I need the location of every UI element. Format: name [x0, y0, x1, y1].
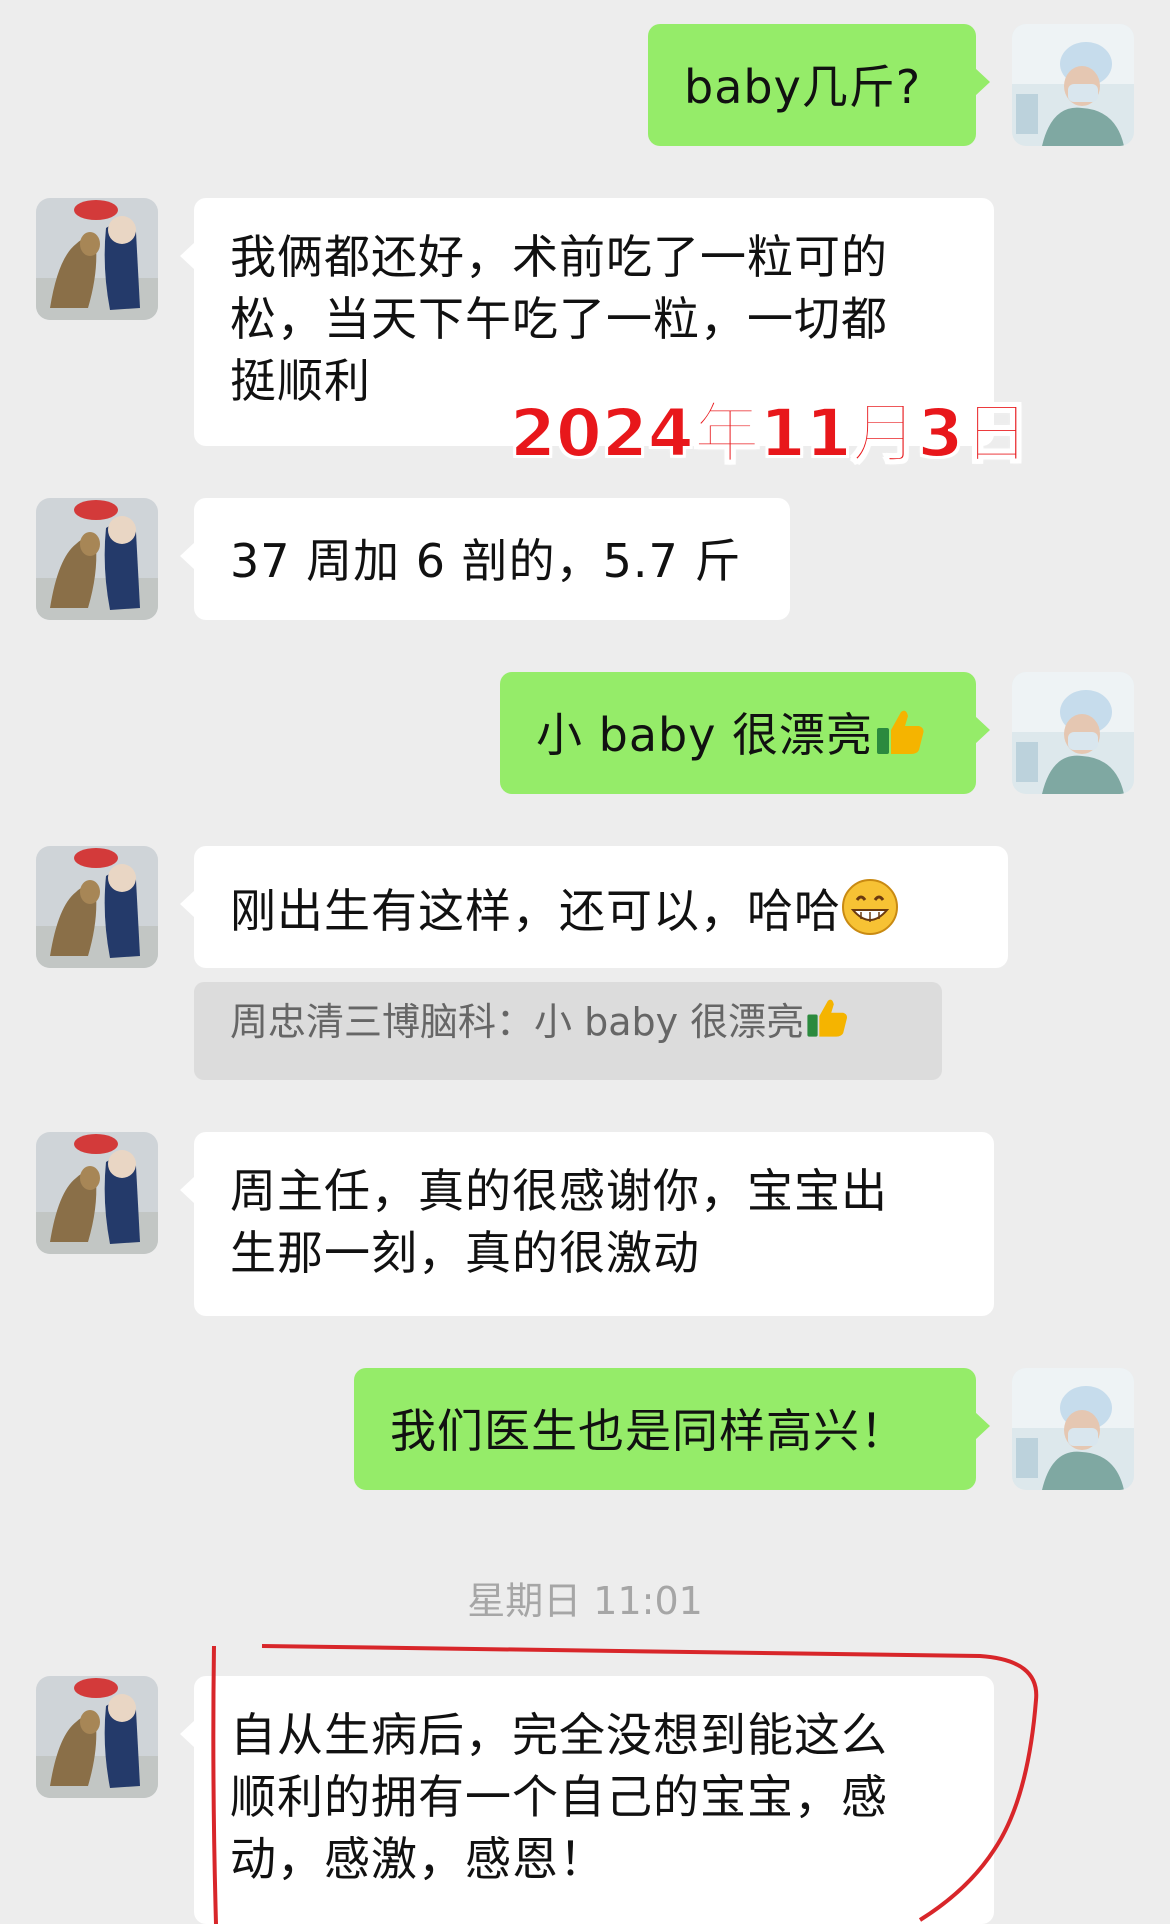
doctor-avatar[interactable] [1012, 24, 1134, 146]
message-text: 小 baby 很漂亮 [536, 708, 874, 762]
message-text-with-emoji: 小 baby 很漂亮 [500, 672, 976, 773]
grin-emoji-icon [841, 878, 899, 951]
message-bubble-incoming[interactable]: 自从生病后，完全没想到能这么 顺利的拥有一个自己的宝宝，感 动，感激，感恩！ [180, 1676, 994, 1924]
message-text-multiline: 自从生病后，完全没想到能这么 顺利的拥有一个自己的宝宝，感 动，感激，感恩！ [194, 1676, 994, 1890]
message-text: 刚出生有这样，还可以，哈哈 [230, 884, 841, 938]
patient-avatar[interactable] [36, 846, 158, 968]
message-line: 顺利的拥有一个自己的宝宝，感 [230, 1770, 888, 1824]
patient-avatar-image [36, 846, 158, 968]
message-line: 动，感激，感恩！ [230, 1832, 606, 1886]
message-text: 37 周加 6 剖的，5.7 斤 [230, 534, 742, 588]
message-text-with-emoji: 刚出生有这样，还可以，哈哈 [194, 846, 1008, 951]
patient-avatar[interactable] [36, 1676, 158, 1798]
message-text: 我们医生也是同样高兴！ [390, 1404, 907, 1458]
message-bubble-outgoing[interactable]: 小 baby 很漂亮 [500, 672, 990, 794]
message-line: 周主任，真的很感谢你，宝宝出 [230, 1164, 888, 1218]
date-overlay-caption: 2024年11月3日 [509, 394, 1030, 473]
patient-avatar[interactable] [36, 498, 158, 620]
patient-avatar[interactable] [36, 198, 158, 320]
message-line: 生那一刻，真的很激动 [230, 1226, 700, 1280]
patient-avatar-image [36, 198, 158, 320]
thumbs-up-icon [804, 994, 850, 1055]
quoted-message[interactable]: 周忠清三博脑科：小 baby 很漂亮 [194, 982, 942, 1080]
message-bubble-outgoing[interactable]: 我们医生也是同样高兴！ [354, 1368, 990, 1490]
thumbs-up-icon [873, 704, 927, 773]
patient-avatar[interactable] [36, 1132, 158, 1254]
message-line: 自从生病后，完全没想到能这么 [230, 1708, 888, 1762]
message-bubble-incoming[interactable]: 刚出生有这样，还可以，哈哈 [180, 846, 1008, 968]
patient-avatar-image [36, 498, 158, 620]
message-line: 松，当天下午吃了一粒，一切都 [230, 292, 888, 346]
message-text: baby几斤? [684, 60, 922, 114]
doctor-avatar-image [1012, 1368, 1134, 1490]
patient-avatar-image [36, 1132, 158, 1254]
message-bubble-incoming[interactable]: 37 周加 6 剖的，5.7 斤 [180, 498, 790, 620]
message-text-multiline: 周主任，真的很感谢你，宝宝出 生那一刻，真的很激动 [194, 1132, 994, 1284]
doctor-avatar[interactable] [1012, 672, 1134, 794]
doctor-avatar-image [1012, 24, 1134, 146]
message-bubble-outgoing[interactable]: baby几斤? [648, 24, 990, 146]
message-timestamp: 星期日 11:01 [467, 1579, 703, 1623]
chat-conversation: baby几斤? 我俩都还好，术前吃了一粒可的 松，当天下午吃了一粒，一切都 挺顺… [0, 0, 1170, 1924]
doctor-avatar[interactable] [1012, 1368, 1134, 1490]
patient-avatar-image [36, 1676, 158, 1798]
doctor-avatar-image [1012, 672, 1134, 794]
message-line: 我俩都还好，术前吃了一粒可的 [230, 230, 888, 284]
message-bubble-incoming[interactable]: 周主任，真的很感谢你，宝宝出 生那一刻，真的很激动 [180, 1132, 994, 1316]
quoted-message-text: 周忠清三博脑科：小 baby 很漂亮 [230, 1000, 805, 1044]
